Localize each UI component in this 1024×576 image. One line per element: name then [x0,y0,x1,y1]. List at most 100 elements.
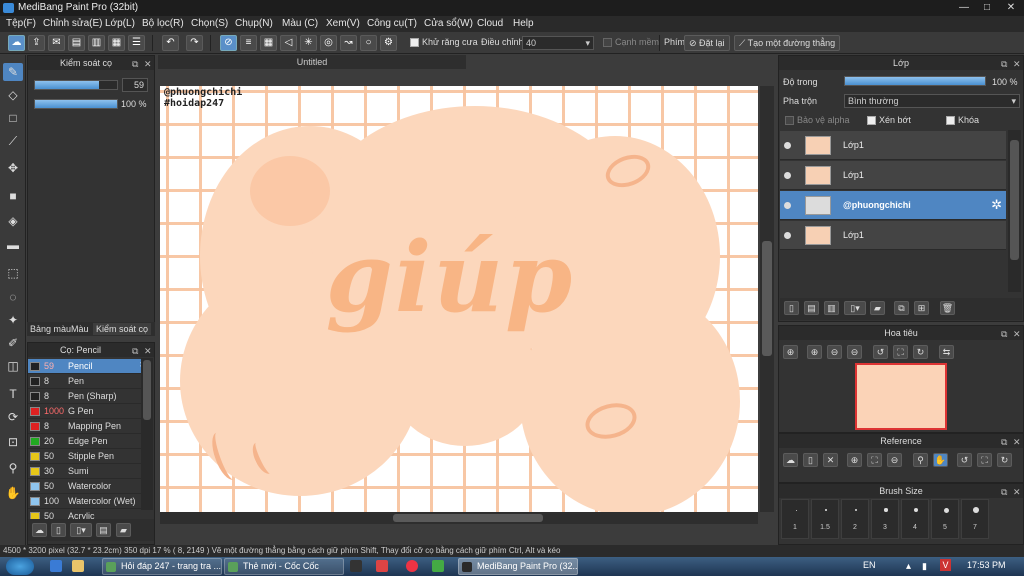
brush-size-cell[interactable]: 4 [901,499,929,539]
menu-select[interactable]: Chọn(S) [191,18,228,29]
undo-icon[interactable]: ↶ [162,35,179,51]
rotate-right-icon[interactable]: ↻ [913,345,928,359]
taskbar-item[interactable]: Thẻ mới - Cốc Cốc [224,558,344,575]
panel-close-icon[interactable]: ✕ [144,57,152,71]
select-pen-tool-icon[interactable]: ✐ [3,334,23,352]
grid-settings-icon[interactable]: ▦ [108,35,125,51]
shape-tool-icon[interactable]: ■ [3,187,23,205]
fill-tool-icon[interactable]: ◈ [3,212,23,230]
brush-settings-icon[interactable]: ▤ [96,523,111,537]
radial-snap-icon[interactable]: ✳ [300,35,317,51]
panel-close-icon[interactable]: ✕ [1013,485,1021,499]
ref-close-icon[interactable]: ✕ [823,453,838,467]
float-icon[interactable]: ⧉ [1001,435,1007,449]
menu-edit[interactable]: Chỉnh sửa(E) [43,18,103,29]
network-icon[interactable]: ▮ [922,561,927,572]
cococ-icon[interactable] [432,560,444,572]
ref-fit-view-icon[interactable]: ⛶ [977,453,992,467]
visibility-icon[interactable] [784,232,791,239]
brush-size-cell[interactable]: 1.5 [811,499,839,539]
menu-cloud[interactable]: Cloud [477,18,503,29]
cloud-icon[interactable]: ☁ [8,35,25,51]
adjust-select[interactable]: 40 ▾ [522,36,594,50]
close-button[interactable]: ✕ [1002,2,1020,14]
canvas-horizontal-scrollbar[interactable] [160,512,758,524]
layer-row[interactable]: Lớp1 [780,131,1006,160]
snap-off-icon[interactable]: ⊘ [220,35,237,51]
ellipse-snap-icon[interactable]: ○ [360,35,377,51]
eraser-tool-icon[interactable]: ◇ [3,86,23,104]
float-icon[interactable]: ⧉ [1001,485,1007,499]
menu-color[interactable]: Màu (C) [282,18,318,29]
new-layer-icon[interactable]: ▯ [784,301,799,315]
tray-arrow-icon[interactable]: ▴ [906,561,911,572]
comment-icon[interactable]: ✉ [48,35,65,51]
new-8bit-layer-icon[interactable]: ▥ [824,301,839,315]
brush-item[interactable]: 50 Watercolor [28,479,152,494]
new-halftone-layer-icon[interactable]: ▤ [804,301,819,315]
duplicate-layer-icon[interactable]: ⧉ [894,301,909,315]
delete-layer-icon[interactable]: 🗑 [940,301,955,315]
zoom-out-small-icon[interactable]: ⊖ [827,345,842,359]
ref-rotate-left-icon[interactable]: ↺ [957,453,972,467]
media-icon[interactable] [350,560,362,572]
minimize-button[interactable]: — [955,2,973,14]
flip-icon[interactable]: ⇆ [939,345,954,359]
visibility-icon[interactable] [784,202,791,209]
antialias-checkbox[interactable]: Khử răng cưa [410,37,478,48]
layer-scrollbar[interactable] [1008,130,1021,292]
menu-view[interactable]: Xem(V) [326,18,360,29]
brush-size-slider[interactable] [34,80,118,90]
ref-open-icon[interactable]: ▯ [803,453,818,467]
protect-alpha-checkbox[interactable]: Bảo vệ alpha [785,115,850,126]
zoom-in-icon[interactable]: ⊕ [783,345,798,359]
share-icon[interactable]: ⇪ [28,35,45,51]
explorer-icon[interactable] [72,560,84,572]
list-icon[interactable]: ☰ [128,35,145,51]
zoom-out-icon[interactable]: ⊖ [847,345,862,359]
redo-icon[interactable]: ↷ [186,35,203,51]
pen-curve-tool-icon[interactable]: ⟋ [3,132,23,150]
panel-close-icon[interactable]: ✕ [1013,435,1021,449]
cross-snap-icon[interactable]: ▦ [260,35,277,51]
reset-button[interactable]: ⊘ Đặt lại [684,35,730,51]
clock[interactable]: 17:53 PM [967,560,1006,570]
menu-snap[interactable]: Chụp(N) [235,18,273,29]
visibility-icon[interactable] [784,142,791,149]
brush-size-cell[interactable]: 7 [961,499,989,539]
language-indicator[interactable]: EN [863,560,876,570]
panel-close-icon[interactable]: ✕ [1013,57,1021,71]
taskbar-item-active[interactable]: MediBang Paint Pro (32... [458,558,578,575]
select-eraser-tool-icon[interactable]: ◫ [3,357,23,375]
maximize-button[interactable]: □ [978,2,996,14]
ref-hand-icon[interactable]: ✋ [933,453,948,467]
brush-item[interactable]: 8 Pen (Sharp) [28,389,152,404]
brush-item[interactable]: 50 Stipple Pen [28,449,152,464]
float-icon[interactable]: ⧉ [1001,57,1007,71]
merge-layer-icon[interactable]: ⊞ [914,301,929,315]
brush-item[interactable]: 100 Watercolor (Wet) [28,494,152,509]
brush-item[interactable]: 30 Sumi [28,464,152,479]
brush-item[interactable]: 8 Pen [28,374,152,389]
ie-icon[interactable] [50,560,62,572]
brush-item[interactable]: 8 Mapping Pen [28,419,152,434]
navigator-thumbnail[interactable] [855,363,947,430]
circle-snap-icon[interactable]: ◎ [320,35,337,51]
tab-brush-control[interactable]: Kiểm soát cọ [93,323,152,335]
taskbar-item[interactable]: Hỏi đáp 247 - trang tra ... [102,558,222,575]
brush-size-cell[interactable]: 2 [841,499,869,539]
app-icon[interactable] [376,560,388,572]
parallel-snap-icon[interactable]: ≡ [240,35,257,51]
ref-rotate-right-icon[interactable]: ↻ [997,453,1012,467]
brush-size-cell[interactable]: 5 [931,499,959,539]
cloud-brush-icon[interactable]: ☁ [32,523,47,537]
add-brush-icon[interactable]: ▯▾ [70,523,92,537]
menu-filter[interactable]: Bộ lọc(R) [142,18,184,29]
brush-size-cell[interactable]: 1 [781,499,809,539]
visibility-icon[interactable] [784,172,791,179]
chrome-icon[interactable] [406,560,418,572]
fit-view-icon[interactable]: ⛶ [893,345,908,359]
brush-list-scrollbar[interactable] [141,358,153,510]
ref-cloud-icon[interactable]: ☁ [783,453,798,467]
zoom-in-small-icon[interactable]: ⊕ [807,345,822,359]
